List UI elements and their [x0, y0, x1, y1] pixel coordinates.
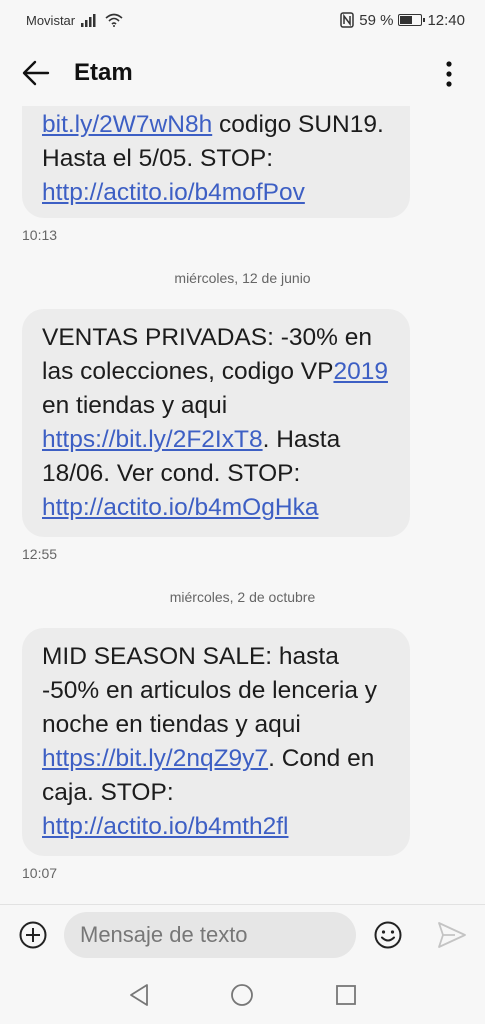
message-link[interactable]: 2019	[333, 358, 388, 385]
square-recents-icon[interactable]	[333, 982, 359, 1008]
plus-circle-icon[interactable]	[18, 920, 48, 950]
message-input[interactable]	[64, 912, 356, 958]
send-icon[interactable]	[437, 921, 467, 949]
composer-bar	[0, 904, 485, 966]
message-text: VENTAS PRIVADAS: -30% en las colecciones…	[42, 324, 372, 385]
message-bubble[interactable]: MID SEASON SALE: hasta -50% en articulos…	[22, 628, 410, 856]
carrier-name: Movistar	[26, 12, 76, 28]
status-left: Movistar	[26, 13, 123, 28]
back-button[interactable]	[16, 53, 56, 93]
message-time: 12:55	[22, 546, 58, 562]
signal-icon	[81, 14, 96, 27]
battery-level	[400, 16, 413, 24]
message-time: 10:07	[22, 865, 58, 881]
message-link[interactable]: https://bit.ly/2nqZ9y7	[42, 745, 268, 772]
date-separator: miércoles, 12 de junio	[174, 270, 311, 286]
circle-home-icon[interactable]	[229, 982, 255, 1008]
message-list[interactable]: bit.ly/2W7wN8h codigo SUN19. Hasta el 5/…	[0, 106, 485, 904]
emoji-icon[interactable]	[373, 920, 403, 950]
more-vert-icon	[446, 61, 452, 87]
message-link[interactable]: https://bit.ly/2F2IxT8	[42, 426, 263, 453]
battery-icon	[398, 14, 426, 26]
more-options-button[interactable]	[431, 54, 467, 94]
message-bubble[interactable]: bit.ly/2W7wN8h codigo SUN19. Hasta el 5/…	[22, 106, 410, 218]
contact-name: Etam	[74, 59, 133, 86]
date-separator: miércoles, 2 de octubre	[169, 589, 316, 605]
triangle-back-icon[interactable]	[127, 982, 153, 1008]
arrow-left-icon	[22, 60, 50, 86]
message-text: en tiendas y aqui	[42, 392, 228, 419]
message-link[interactable]: http://actito.io/b4mth2fl	[42, 813, 289, 840]
status-time: 12:40	[427, 11, 465, 29]
system-nav-bar	[0, 966, 485, 1024]
wifi-icon	[105, 13, 123, 27]
nfc-icon	[340, 12, 354, 28]
message-bubble[interactable]: VENTAS PRIVADAS: -30% en las colecciones…	[22, 309, 410, 537]
message-time: 10:13	[22, 227, 58, 243]
conversation-header: Etam	[0, 40, 485, 106]
battery-percent: 59 %	[359, 11, 394, 29]
status-bar: Movistar 59 % 12:40	[0, 0, 485, 40]
message-link[interactable]: bit.ly/2W7wN8h	[42, 111, 212, 138]
message-text: MID SEASON SALE: hasta -50% en articulos…	[42, 643, 378, 738]
status-right: 59 % 12:40	[340, 12, 465, 29]
message-link[interactable]: http://actito.io/b4mofPov	[42, 179, 305, 206]
message-link[interactable]: http://actito.io/b4mOgHka	[42, 494, 318, 521]
